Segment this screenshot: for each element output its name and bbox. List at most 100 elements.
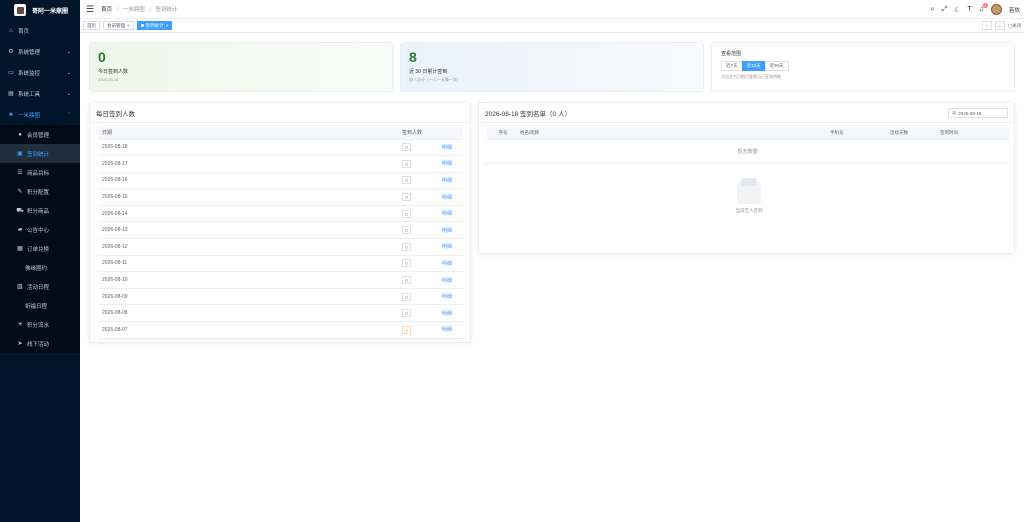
monitor-icon: ▭ xyxy=(8,70,14,76)
user-name[interactable]: 若依 xyxy=(1009,6,1020,14)
sidebar-item-points-goods[interactable]: ⛟ 积分商品 xyxy=(0,201,80,220)
range-90-button[interactable]: 近90天 xyxy=(764,61,789,71)
range-30-button[interactable]: 近30天 xyxy=(741,61,766,71)
sidebar-item-orders[interactable]: ▦ 订单兑换 xyxy=(0,239,80,258)
fullscreen-icon[interactable]: ⤢ xyxy=(942,6,948,14)
count-badge: 0 xyxy=(402,242,411,251)
date-cell: 2026-08-10 xyxy=(98,271,398,289)
chevron-left-icon[interactable]: ‹ xyxy=(981,21,992,30)
home-icon: ⌂ xyxy=(9,27,13,34)
count-badge: 0 xyxy=(402,309,411,318)
tags-view: 首页 会员管理 × 签到统计 × ‹ ⌄ ▢关闭 xyxy=(80,19,1024,33)
column-header: 签到时间 xyxy=(936,127,1009,140)
detail-link[interactable]: 明细 xyxy=(442,327,452,333)
column-header: 序号 xyxy=(486,127,516,140)
avatar[interactable] xyxy=(990,4,1002,15)
date-picker[interactable]: ▦ 2026-08-18 xyxy=(948,108,1008,118)
detail-link[interactable]: 明细 xyxy=(442,294,452,300)
sidebar-item-goods-target[interactable]: ☰ 商品目标 xyxy=(0,163,80,182)
range-7-button[interactable]: 近7天 xyxy=(721,61,743,71)
sidebar-item-home[interactable]: ⌂ 首页 xyxy=(0,20,80,41)
search-icon[interactable]: ⌕ xyxy=(931,6,935,14)
table-row: 2026-08-17 0 明细 xyxy=(98,155,463,173)
breadcrumb: 首页 / 一米鼎圈 / 签到统计 xyxy=(101,7,178,13)
note-icon: ▧ xyxy=(17,284,23,290)
count-cell: 0 xyxy=(398,288,438,306)
doc-icon: ▦ xyxy=(17,246,23,252)
recent-hint: 按人次计（一人一天算一次） xyxy=(409,77,461,82)
star-icon: ✳ xyxy=(17,322,23,328)
detail-link[interactable]: 明细 xyxy=(442,278,452,284)
hamburger-icon[interactable]: ☰ xyxy=(86,4,94,15)
count-cell: 0 xyxy=(398,304,438,323)
chevron-down-icon: ⌄ xyxy=(66,48,71,55)
sidebar-item-members[interactable]: ● 会员管理 xyxy=(0,125,80,144)
sidebar-item-tools[interactable]: ▤ 系统工具 ⌄ xyxy=(0,83,80,104)
sidebar-item-system[interactable]: ⚙ 系统管理 ⌄ xyxy=(0,41,80,62)
logo-icon xyxy=(14,4,26,16)
sidebar-item-checkin-stats[interactable]: ▣ 签到统计 xyxy=(0,144,80,163)
date-cell: 2026-08-16 xyxy=(98,172,398,190)
stats-icon: ▣ xyxy=(17,151,23,157)
edit-icon: ✎ xyxy=(17,189,23,195)
chevron-down-icon: ⌄ xyxy=(66,90,71,97)
sidebar-item-points-config[interactable]: ✎ 积分配置 xyxy=(0,182,80,201)
action-cell: 明细 xyxy=(438,321,463,339)
recent-stat-card: 8 近 30 日累计签到 按人次计（一人一天算一次） xyxy=(400,42,704,92)
sidebar-item-notice[interactable]: ▰ 公告中心 xyxy=(0,220,80,239)
top-navbar: ☰ 首页 / 一米鼎圈 / 签到统计 ⌕ ⤢ ☾ T ♫ 3 若依 xyxy=(80,0,1024,19)
gear-icon: ⚙ xyxy=(8,49,14,55)
tool-icon: ▤ xyxy=(8,91,14,97)
table-row: 2026-08-14 0 明细 xyxy=(98,205,463,223)
detail-link[interactable]: 明细 xyxy=(442,211,452,217)
sidebar-item-monitor[interactable]: ▭ 系统监控 ⌄ xyxy=(0,62,80,83)
breadcrumb-item: 一米鼎圈 xyxy=(122,7,145,13)
empty-box-icon xyxy=(737,178,761,204)
theme-icon[interactable]: ☾ xyxy=(954,6,960,14)
sidebar-item-sub-2[interactable]: 祈福日程 xyxy=(0,296,80,315)
count-badge: 0 xyxy=(402,259,411,268)
date-cell: 2026-08-12 xyxy=(98,238,398,256)
chat-icon: ▰ xyxy=(17,227,23,233)
date-cell: 2026-08-07 xyxy=(98,321,398,339)
detail-link[interactable]: 明细 xyxy=(442,195,452,201)
sidebar-item-group[interactable]: ♣ 一米鼎圈 ⌃ xyxy=(0,104,80,125)
count-badge: 0 xyxy=(402,292,411,301)
sidebar-item-activity[interactable]: ▧ 活动日程 xyxy=(0,277,80,296)
table-row: 2026-08-07 2 明细 xyxy=(98,321,463,339)
app-logo[interactable]: 哥阿一米鼎圈 xyxy=(0,0,80,20)
detail-link[interactable]: 明细 xyxy=(442,311,452,317)
action-cell: 明细 xyxy=(438,255,463,273)
tag-members[interactable]: 会员管理 × xyxy=(103,21,134,30)
today-date: 2026-08-18 xyxy=(98,77,119,82)
bell-icon[interactable]: ♫ 3 xyxy=(979,3,988,13)
table-row: 2026-08-13 0 明细 xyxy=(98,221,463,240)
column-header: 连续天数 xyxy=(886,127,936,140)
close-tags-button[interactable]: ▢关闭 xyxy=(1008,23,1021,29)
action-cell: 明细 xyxy=(438,288,463,306)
detail-link[interactable]: 明细 xyxy=(442,178,452,184)
font-size-icon[interactable]: T xyxy=(967,6,971,13)
detail-link[interactable]: 明细 xyxy=(442,145,452,151)
detail-link[interactable]: 明细 xyxy=(442,244,452,250)
submenu: ● 会员管理 ▣ 签到统计 ☰ 商品目标 ✎ 积分配置 ⛟ 积分商品 ▰ 公告中… xyxy=(0,125,80,353)
table-row: 2026-08-12 0 明细 xyxy=(98,238,463,256)
detail-link[interactable]: 明细 xyxy=(442,228,452,234)
sidebar-item-sub-1[interactable]: 佛缘圈约 xyxy=(0,258,80,277)
range-card: 查看范围 近7天 近30天 近90天 点击左方日期可查看当日签到明细 xyxy=(711,42,1015,92)
close-icon[interactable]: × xyxy=(166,23,169,28)
detail-link[interactable]: 明细 xyxy=(442,261,452,267)
tag-home[interactable]: 首页 xyxy=(83,21,100,30)
action-cell: 明细 xyxy=(438,155,463,173)
count-cell: 2 xyxy=(398,321,438,339)
detail-link[interactable]: 明细 xyxy=(442,161,452,167)
action-cell: 明细 xyxy=(438,188,463,206)
breadcrumb-item[interactable]: 首页 xyxy=(101,7,112,13)
chevron-down-icon[interactable]: ⌄ xyxy=(994,21,1005,30)
sidebar-item-offline[interactable]: ➤ 线下活动 xyxy=(0,334,80,353)
tag-checkin-stats[interactable]: 签到统计 × xyxy=(136,21,173,30)
close-icon[interactable]: × xyxy=(127,23,130,28)
count-badge: 0 xyxy=(402,276,411,285)
sidebar-item-points-flow[interactable]: ✳ 积分流水 xyxy=(0,315,80,334)
user-icon: ● xyxy=(18,131,22,138)
